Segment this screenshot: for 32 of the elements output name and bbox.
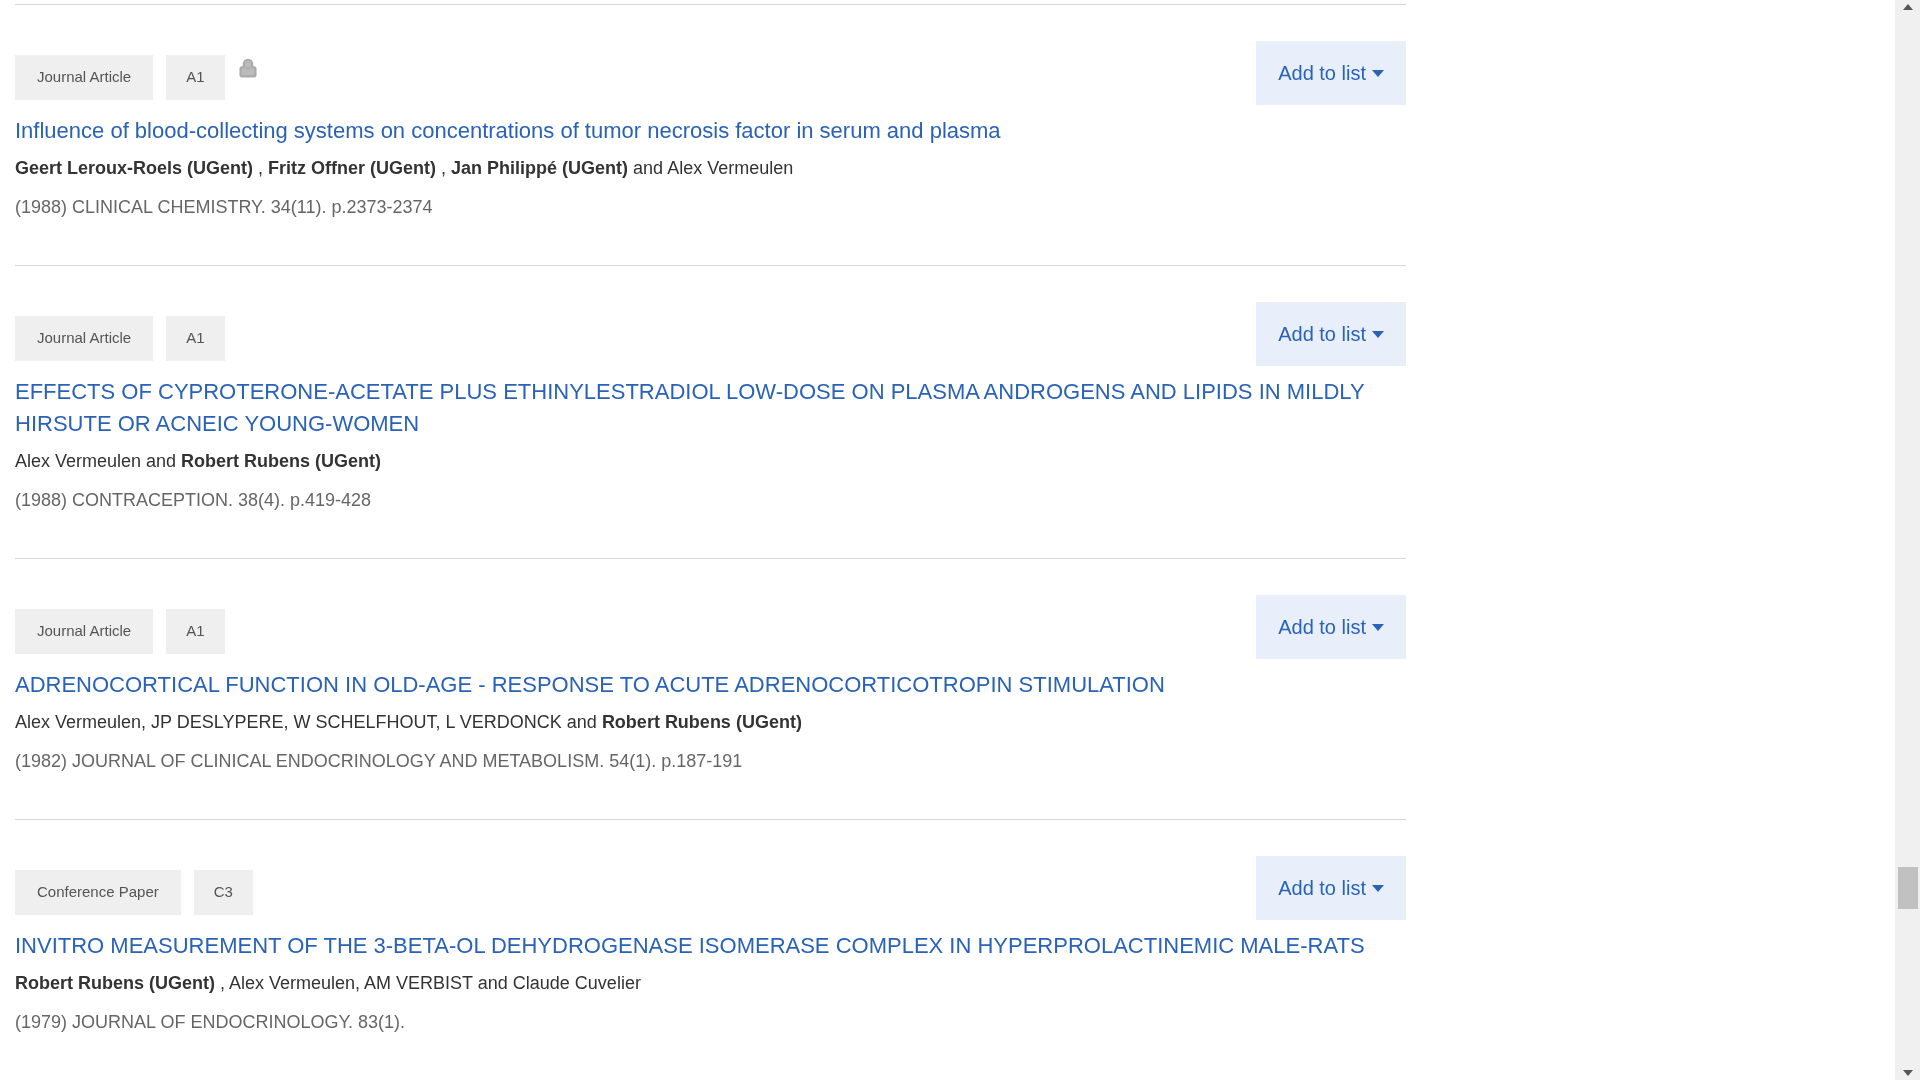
authors-text: Geert Leroux-Roels (UGent) , Fritz Offner (UGent) , Jan Philippé (UGent) and Alex Vermeulen [15,157,795,180]
classification-tag: A1 [166,55,225,100]
caret-icon [1372,69,1384,77]
add-to-list-button[interactable]: Add to list [1256,595,1406,659]
citation-text: (1988) CLINICAL CHEMISTRY. 34(11). p.2373-2374 [15,196,434,219]
citation-text: (1988) CONTRACEPTION. 38(4). p.419-428 [15,489,373,512]
type-tag: Journal Article [15,609,154,654]
scroll-down-arrow-icon[interactable] [1902,1070,1913,1076]
scroll-up-arrow-icon[interactable] [1902,4,1913,10]
caret-icon [1372,330,1384,338]
caret-icon [1372,884,1384,892]
classification-tag: A1 [166,316,225,361]
classification-tag: C3 [193,870,253,915]
authors-text: Alex Vermeulen and Robert Rubens (UGent) [15,450,383,473]
authors-text: Robert Rubens (UGent) , Alex Vermeulen, AM VERBIST and Claude Cuvelier [15,972,642,995]
authors-text: Alex Vermeulen, JP DESLYPERE, W SCHELFHOUT, L VERDONCK and Robert Rubens (UGent) [15,711,803,734]
add-to-list-button[interactable]: Add to list [1256,302,1406,366]
scrollbar[interactable] [1895,0,1920,1080]
type-tag: Conference Paper [15,870,181,915]
publication-title-link[interactable]: Influence of blood-collecting systems on concentrations of tumor necrosis factor in serum and plasma [15,115,1406,147]
add-to-list-button[interactable]: Add to list [1256,41,1406,105]
citation-text: (1982) JOURNAL OF CLINICAL ENDOCRINOLOGY AND METABOLISM. 54(1). p.187-191 [15,750,744,773]
publication-title-link[interactable]: EFFECTS OF CYPROTERONE-ACETATE PLUS ETHINYLESTRADIOL LOW-DOSE ON PLASMA ANDROGENS AND LIPIDS IN MILDLY HIRSUTE OR ACNEIC YOUNG-WOMEN [15,376,1406,440]
add-to-list-button[interactable]: Add to list [1256,856,1406,920]
citation-text: (1979) JOURNAL OF ENDOCRINOLOGY. 83(1). [15,1011,407,1034]
publication-title-link[interactable]: INVITRO MEASUREMENT OF THE 3-BETA-OL DEHYDROGENASE ISOMERASE COMPLEX IN HYPERPROLACTINEMIC MALE-RATS [15,930,1406,962]
type-tag: Journal Article [15,316,154,361]
scrollbar-thumb[interactable] [1898,867,1918,909]
publication-title-link[interactable]: ADRENOCORTICAL FUNCTION IN OLD-AGE - RESPONSE TO ACUTE ADRENOCORTICOTROPIN STIMULATION [15,669,1406,701]
caret-icon [1372,623,1384,631]
classification-tag: A1 [166,609,225,654]
type-tag: Journal Article [15,55,154,100]
